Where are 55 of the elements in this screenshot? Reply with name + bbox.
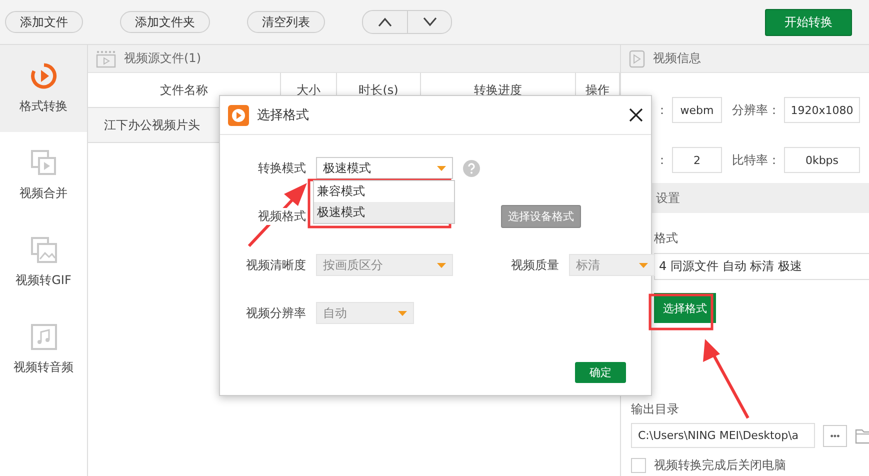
browse-button[interactable]: ••• [823,424,847,446]
info-label: 分辨率： [732,102,780,118]
annotation-arrow [248,183,307,248]
start-button[interactable]: 开始转换 [765,8,852,36]
clapper-icon [96,50,116,68]
confirm-button[interactable]: 确定 [575,362,626,383]
column-header: 操作 [586,82,610,98]
music-icon [30,323,58,351]
video-info-icon [629,50,645,68]
toolbar-button[interactable]: 添加文件夹 [120,11,210,33]
caret-icon [398,310,407,316]
caret-icon [639,262,648,268]
checkbox-label: 视频转换完成后关闭电脑 [654,457,786,474]
sidebar-label: 视频合并 [20,185,68,202]
dialog-title: 选择格式 [257,107,309,124]
toolbar-button[interactable]: 清空列表 [247,11,325,33]
app-logo-icon [228,104,249,126]
panel-title: 视频源文件(1) [124,50,201,67]
field-label: 视频清晰度 [246,256,306,274]
file-name: 江下办公视频片头 [103,116,200,134]
info-value: 1920x1080 [784,97,860,123]
column-header: 文件名称 [160,82,208,98]
output-path-field[interactable]: C:\Users\NING MEI\Desktop\a [631,423,815,448]
output-label: 输出目录 [631,401,679,418]
close-icon[interactable] [629,108,643,122]
sidebar-label: 视频转音频 [14,359,74,376]
dropdown-option[interactable]: 极速模式 [314,202,454,223]
info-value: 0kbps [784,147,860,173]
highlight-frame [648,294,714,330]
chevron-down-icon [422,17,438,27]
toolbar-button[interactable]: 添加文件 [5,11,83,33]
info-label: 比特率： [732,152,780,168]
video-merge-icon [30,149,58,177]
format-field[interactable]: 4 同源文件 自动 标清 极速 [654,253,869,280]
info-value: 2 [672,147,722,173]
info-label: ： [656,102,668,118]
field-label: 转换模式 [258,160,306,176]
panel-title: 视频信息 [653,50,701,67]
field-label: 视频分辨率 [246,304,306,322]
sidebar-label: 视频转GIF [16,272,72,289]
caret-icon [437,166,446,170]
field-label: 视频格式 [258,208,306,225]
info-label: ： [656,152,668,168]
format-label: 格式 [654,230,678,247]
column-header: 大小 [296,82,320,98]
checkbox[interactable] [631,458,646,473]
play-circle-icon [30,62,58,90]
column-header: 时长(s) [358,82,398,98]
chevron-up-icon [377,17,393,27]
info-value: webm [672,97,722,123]
sidebar-label: 格式转换 [20,98,68,115]
image-icon [30,236,58,264]
field-label: 视频质量 [511,256,559,274]
caret-icon [437,262,446,268]
sidebar-item[interactable]: 格式转换 [0,45,87,132]
